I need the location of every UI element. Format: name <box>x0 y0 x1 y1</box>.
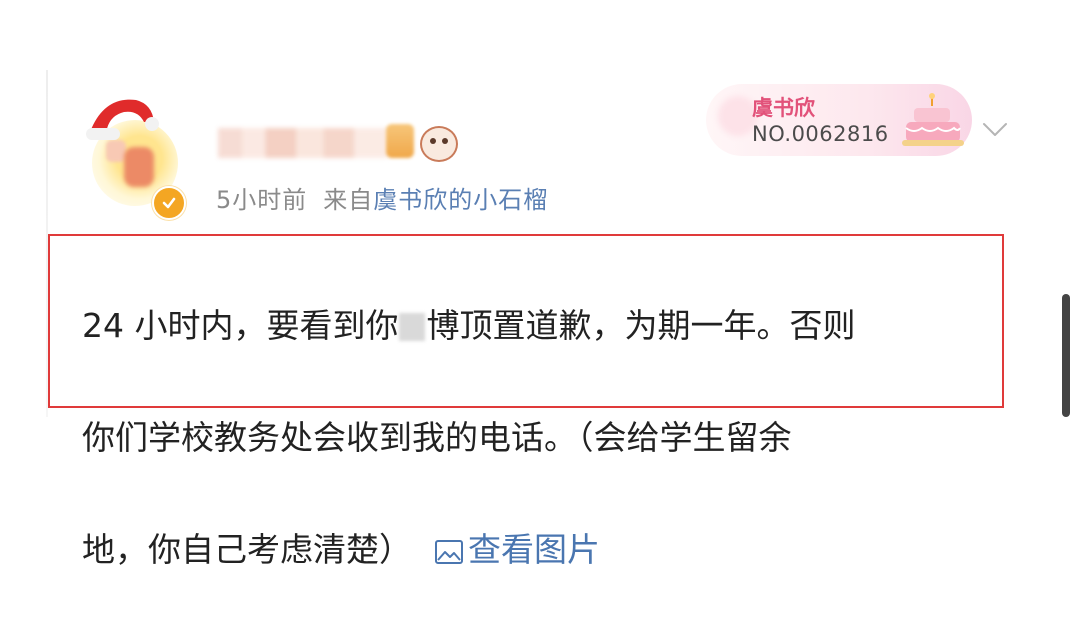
avatar-blur-detail <box>106 140 126 162</box>
chevron-down-icon[interactable] <box>980 120 1010 140</box>
post-line-1-end: 博顶置道歉，为期一年。否则 <box>426 306 856 345</box>
santa-hat-icon <box>86 99 159 140</box>
avatar-blur-face <box>124 147 154 187</box>
view-image-label: 查看图片 <box>468 530 600 569</box>
cute-face-icon <box>420 126 458 162</box>
from-prefix: 来自 <box>323 186 374 214</box>
cake-icon <box>902 93 964 146</box>
post-text: 24 小时内，要看到你 博顶置道歉，为期一年。否则 你们学校教务处会收到我的电话。… <box>82 242 1012 634</box>
post-line-1-start: 24 小时内，要看到你 <box>82 306 399 345</box>
post-time: 5小时前 <box>216 186 308 214</box>
redacted-text <box>399 313 426 341</box>
verified-icon <box>152 186 186 220</box>
honey-pot-icon <box>386 124 414 158</box>
post-meta: 5小时前 来自虞书欣的小石榴 <box>216 180 548 215</box>
from-source-link[interactable]: 虞书欣的小石榴 <box>373 186 548 214</box>
post-line-3-text: 地，你自己考虑清楚） <box>82 530 412 569</box>
post-line-3: 地，你自己考虑清楚） 查看图片 <box>82 522 1012 578</box>
view-image-link[interactable]: 查看图片 <box>434 530 600 569</box>
fan-badge-name: 虞书欣 <box>752 96 815 120</box>
image-icon <box>435 540 463 564</box>
username-blurred[interactable] <box>218 128 388 158</box>
post-line-1: 24 小时内，要看到你 博顶置道歉，为期一年。否则 <box>82 298 1012 354</box>
post-line-2: 你们学校教务处会收到我的电话。（会给学生留余 <box>82 418 792 457</box>
scrollbar-thumb[interactable] <box>1062 294 1070 417</box>
fan-badge-number: NO.0062816 <box>752 122 889 146</box>
